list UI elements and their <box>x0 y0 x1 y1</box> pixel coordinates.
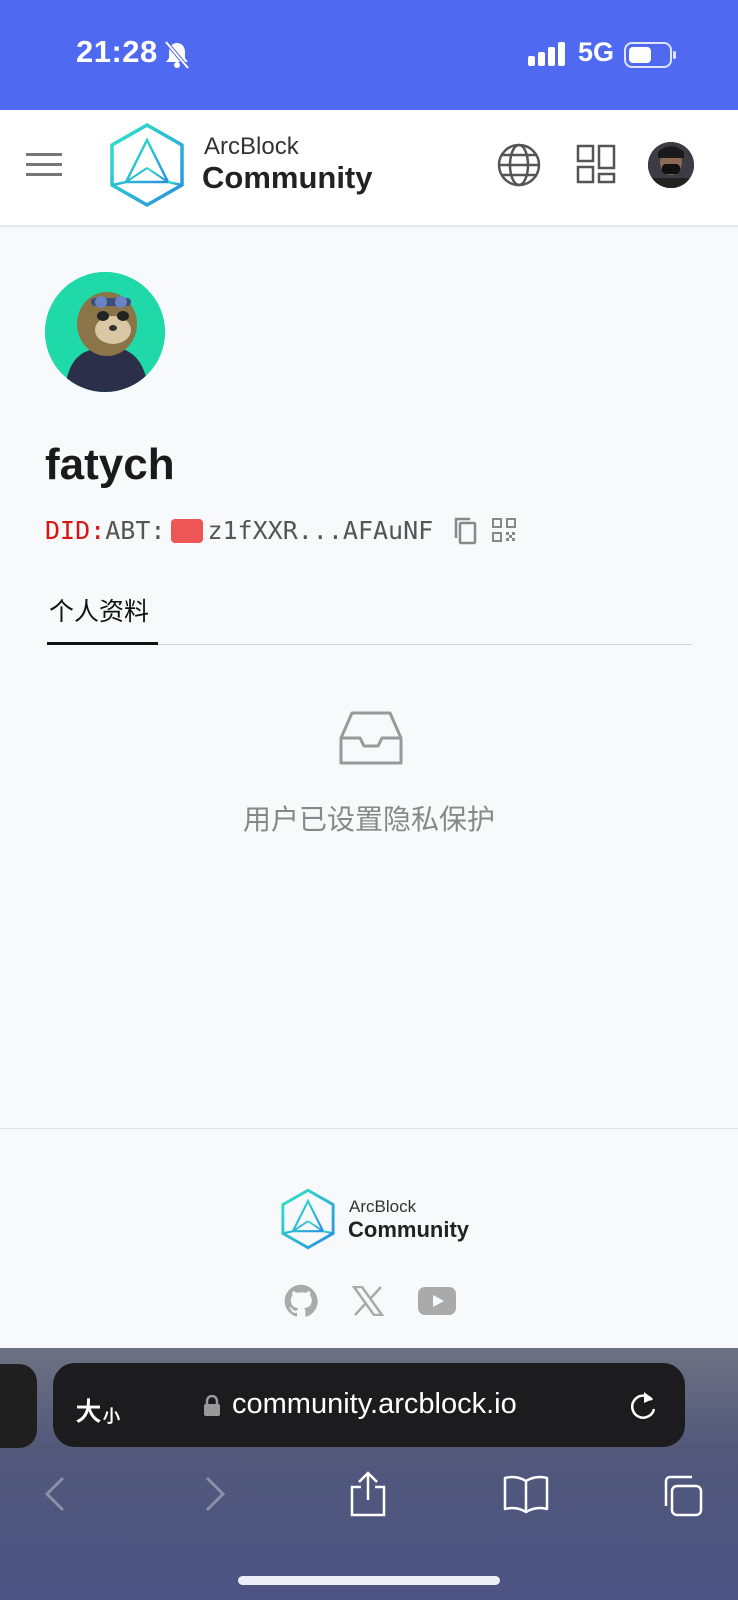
footer-logo-text-community: Community <box>348 1217 469 1242</box>
footer-divider <box>0 1128 738 1129</box>
youtube-icon[interactable] <box>418 1287 456 1315</box>
did-address-text: z1fXXR...AFAuNF <box>207 516 434 545</box>
did-avatar-icon <box>171 518 204 543</box>
globe-icon[interactable] <box>496 142 542 188</box>
battery-icon <box>624 42 676 68</box>
previous-tab-preview[interactable] <box>0 1364 37 1448</box>
bookmarks-icon[interactable] <box>502 1474 550 1514</box>
profile-avatar <box>45 272 165 392</box>
user-avatar[interactable] <box>648 142 694 188</box>
inbox-icon <box>339 711 403 765</box>
logo-text-arcblock: ArcBlock <box>204 133 299 160</box>
tab-profile[interactable]: 个人资料 <box>49 592 149 628</box>
profile-username: fatych <box>45 440 175 489</box>
tab-active-indicator <box>47 642 158 645</box>
did-address: DID: ABT: z1fXXR...AFAuNF <box>45 516 433 545</box>
bell-muted-icon <box>164 40 190 70</box>
arcblock-logo[interactable] <box>108 122 186 208</box>
tabs-icon[interactable] <box>660 1474 704 1518</box>
share-icon[interactable] <box>348 1470 388 1518</box>
footer-logo-text-arcblock: ArcBlock <box>349 1197 417 1216</box>
text-size-small-label[interactable]: 小 <box>103 1402 120 1427</box>
did-prefix: DID: <box>45 516 106 545</box>
github-icon[interactable] <box>284 1284 318 1318</box>
privacy-message: 用户已设置隐私保护 <box>242 804 495 835</box>
text-size-big-label[interactable]: 大 <box>76 1392 101 1428</box>
reload-icon[interactable] <box>628 1390 658 1422</box>
home-indicator <box>238 1576 500 1585</box>
apps-grid-icon[interactable] <box>576 144 616 184</box>
signal-icon <box>528 42 565 66</box>
copy-icon[interactable] <box>452 516 478 546</box>
network-type: 5G <box>578 37 615 67</box>
menu-icon[interactable] <box>26 152 62 178</box>
lock-icon <box>204 1395 220 1416</box>
forward-chevron-icon[interactable] <box>203 1475 227 1513</box>
logo-text-community: Community <box>202 160 373 195</box>
footer-arcblock-logo[interactable] <box>280 1188 336 1250</box>
qr-code-icon[interactable] <box>492 518 516 542</box>
back-chevron-icon[interactable] <box>43 1475 67 1513</box>
status-time: 21:28 <box>76 34 158 69</box>
x-icon[interactable] <box>352 1286 384 1316</box>
url-text[interactable]: community.arcblock.io <box>232 1388 517 1421</box>
did-type: ABT: <box>105 516 166 545</box>
